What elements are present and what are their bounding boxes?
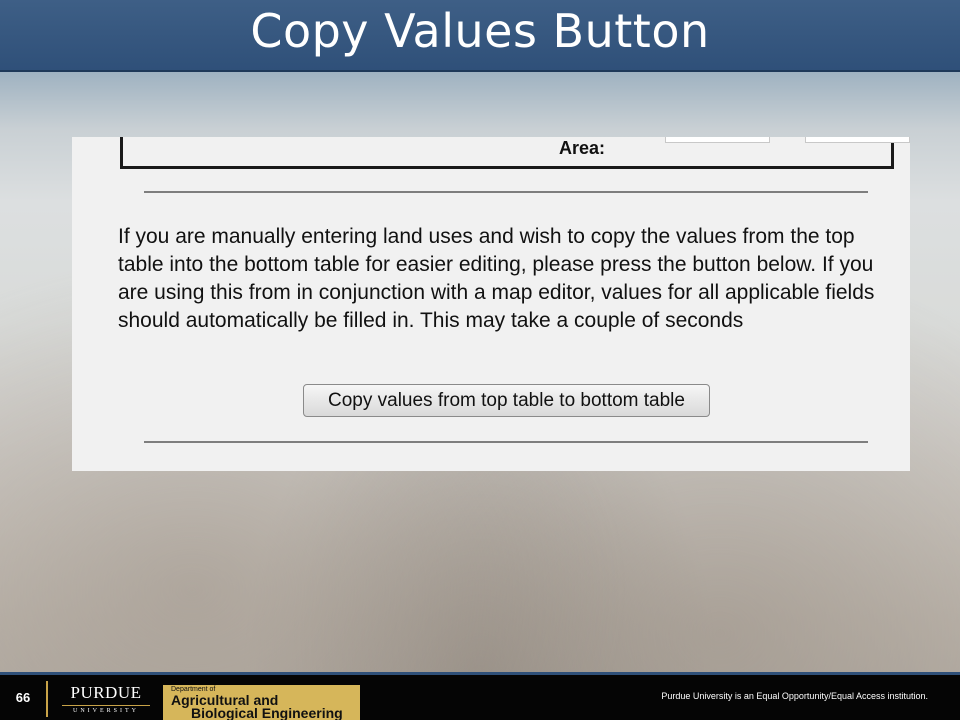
- equal-opportunity-notice: Purdue University is an Equal Opportunit…: [661, 691, 928, 701]
- department-logo: Department of Agricultural and Biologica…: [163, 685, 360, 720]
- purdue-subtitle: UNIVERSITY: [62, 705, 150, 715]
- embedded-screenshot: Area: 155 155 If you are manually enteri…: [72, 137, 910, 471]
- slide-title: Copy Values Button: [250, 4, 710, 58]
- copy-values-button[interactable]: Copy values from top table to bottom tab…: [303, 384, 710, 417]
- purdue-logo: PURDUE UNIVERSITY: [56, 683, 156, 717]
- area-input-top[interactable]: 155: [665, 137, 770, 143]
- page-number: 66: [15, 690, 31, 705]
- slide-footer: 66 PURDUE UNIVERSITY Department of Agric…: [0, 672, 960, 720]
- divider-top: [144, 191, 868, 193]
- slide-title-bar: Copy Values Button: [0, 0, 960, 72]
- department-line-2: Biological Engineering: [191, 705, 343, 720]
- purdue-wordmark: PURDUE: [70, 683, 142, 702]
- area-input-bottom[interactable]: 155: [805, 137, 910, 143]
- footer-divider: [46, 681, 48, 717]
- divider-bottom: [144, 441, 868, 443]
- area-table: Area: 155 155: [120, 137, 910, 169]
- copy-instructions-text: If you are manually entering land uses a…: [118, 225, 875, 332]
- area-label: Area:: [559, 138, 606, 158]
